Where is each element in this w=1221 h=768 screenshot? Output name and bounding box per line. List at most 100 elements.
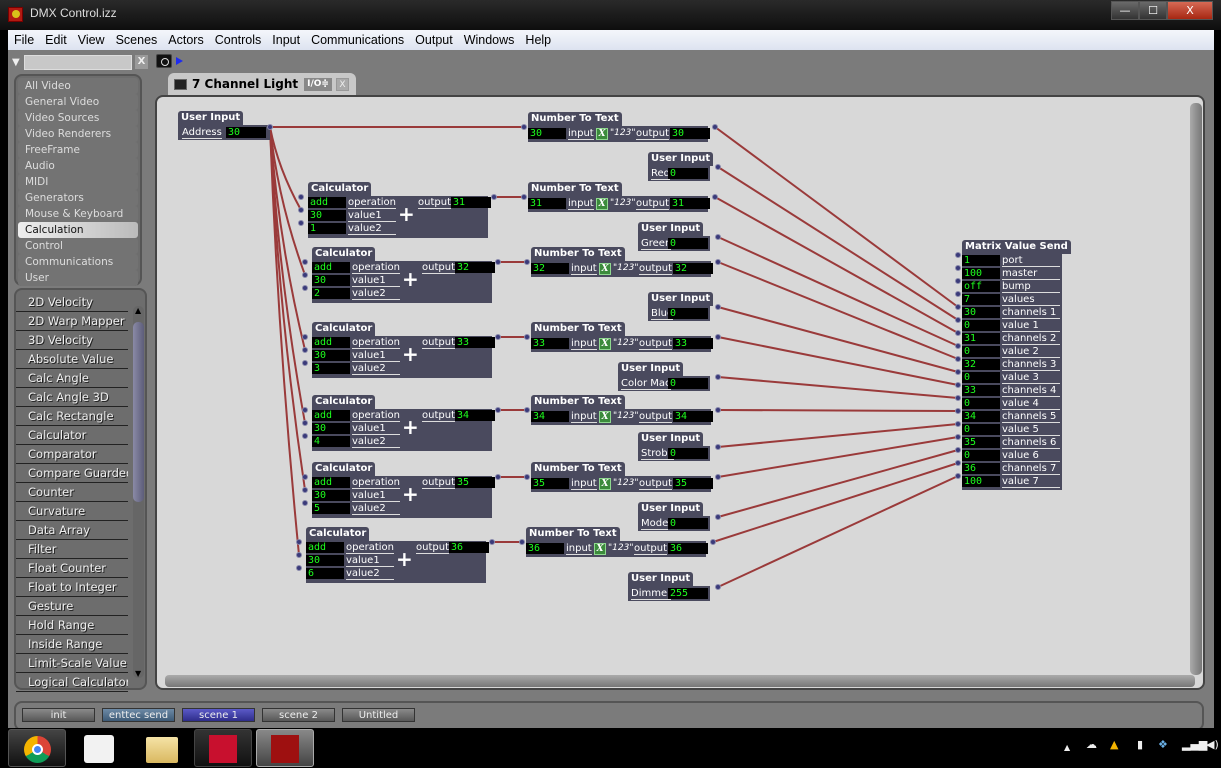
matrix-input-port[interactable] (955, 395, 961, 401)
ntt-output-port[interactable] (712, 124, 718, 130)
category-calculation[interactable]: Calculation (18, 222, 138, 238)
ntt-output-port[interactable] (715, 474, 721, 480)
value2-field[interactable]: 5 (312, 503, 350, 514)
category-video-sources[interactable]: Video Sources (18, 110, 138, 126)
matrix-input-port[interactable] (955, 304, 961, 310)
user-input-value-field[interactable]: 0 (668, 308, 708, 319)
expression-icon[interactable]: X (599, 411, 611, 423)
actor-item[interactable]: 2D Velocity (16, 293, 128, 312)
taskbar-chrome[interactable] (8, 729, 66, 767)
menu-communications[interactable]: Communications (311, 33, 404, 47)
wire-user-input-to-matrix-value[interactable] (717, 306, 959, 373)
calculator-node[interactable]: Calculator add 30 5 operation value1 value2 + ou… (312, 456, 495, 518)
ntt-input-port[interactable] (521, 124, 527, 130)
value2-field[interactable]: 1 (308, 223, 346, 234)
actor-item[interactable]: Gesture (16, 597, 128, 616)
menu-actors[interactable]: Actors (168, 33, 203, 47)
value2-port[interactable] (302, 285, 308, 291)
category-all-video[interactable]: All Video (18, 78, 138, 94)
calculator-node[interactable]: Calculator add 30 6 operation value1 value2 + ou… (306, 521, 489, 583)
scene-button[interactable]: enttec send (102, 708, 175, 722)
ntt-input-port[interactable] (524, 259, 530, 265)
user-input-value-field[interactable]: 0 (668, 378, 708, 389)
matrix-value-send-node[interactable]: Matrix Value Send 1 port 100 master off bump 7 v… (962, 234, 1071, 490)
category-audio[interactable]: Audio (18, 158, 138, 174)
ntt-output-port[interactable] (710, 539, 716, 545)
operation-field[interactable]: add (306, 542, 344, 553)
actor-item[interactable]: Calc Angle (16, 369, 128, 388)
expression-icon[interactable]: X (599, 478, 611, 490)
expression-icon[interactable]: X (596, 128, 608, 140)
user-input-value-field[interactable]: 255 (668, 588, 708, 599)
taskbar-apps[interactable] (70, 729, 128, 767)
matrix-value-field[interactable]: off (962, 281, 1000, 292)
matrix-value-field[interactable]: 100 (962, 268, 1000, 279)
matrix-input-port[interactable] (955, 473, 961, 479)
matrix-input-port[interactable] (955, 356, 961, 362)
value2-field[interactable]: 3 (312, 363, 350, 374)
user-input-value-field[interactable]: 0 (668, 518, 708, 529)
value2-port[interactable] (296, 565, 302, 571)
operation-port[interactable] (302, 259, 308, 265)
ntt-output-port[interactable] (715, 259, 721, 265)
matrix-value-field[interactable]: 1 (962, 255, 1000, 266)
actor-item[interactable]: Float to Integer (16, 578, 128, 597)
ntt-input-port[interactable] (524, 407, 530, 413)
google-drive-icon[interactable]: ▲ (1110, 738, 1118, 751)
user-input-output-port[interactable] (715, 444, 721, 450)
actor-item[interactable]: Counter (16, 483, 128, 502)
value2-port[interactable] (302, 433, 308, 439)
input-field[interactable]: 30 (528, 128, 566, 139)
category-generators[interactable]: Generators (18, 190, 138, 206)
category-freeframe[interactable]: FreeFrame (18, 142, 138, 158)
matrix-value-field[interactable]: 7 (962, 294, 1000, 305)
value2-field[interactable]: 6 (306, 568, 344, 579)
calc-output-port[interactable] (489, 539, 495, 545)
play-icon[interactable] (176, 57, 183, 65)
calculator-node[interactable]: Calculator add 30 1 operation value1 value2 + ou… (308, 176, 491, 238)
matrix-input-port[interactable] (955, 330, 961, 336)
clear-filter-button[interactable]: X (135, 55, 148, 69)
number-to-text-node[interactable]: Number To Text 34 input X "123" output 34 (531, 389, 713, 425)
user-input-output-port[interactable] (715, 514, 721, 520)
matrix-value-field[interactable]: 0 (962, 424, 1000, 435)
actor-item[interactable]: Curvature (16, 502, 128, 521)
category-midi[interactable]: MIDI (18, 174, 138, 190)
number-to-text-node[interactable]: Number To Text 35 input X "123" output 35 (531, 456, 713, 492)
calculator-node[interactable]: Calculator add 30 4 operation value1 value2 + ou… (312, 389, 495, 451)
expression-icon[interactable]: X (599, 338, 611, 350)
calc-output-port[interactable] (495, 407, 501, 413)
input-field[interactable]: 31 (528, 198, 566, 209)
user-input-output-port[interactable] (715, 234, 721, 240)
user-input-address[interactable]: User Input Address 30 (178, 105, 270, 140)
actor-filter-input[interactable] (24, 54, 132, 70)
menu-scenes[interactable]: Scenes (116, 33, 158, 47)
ntt-output-port[interactable] (712, 194, 718, 200)
io-button[interactable]: I/O≑ (304, 77, 332, 91)
minimize-button[interactable]: — (1111, 1, 1139, 20)
matrix-input-port[interactable] (955, 408, 961, 414)
matrix-input-port[interactable] (955, 265, 961, 271)
input-field[interactable]: 32 (531, 263, 569, 274)
user-input-color-mac[interactable]: User Input Color Mac 0 (618, 356, 710, 391)
matrix-value-field[interactable]: 0 (962, 372, 1000, 383)
user-input-green[interactable]: User Input Green 0 (638, 216, 710, 251)
calc-output-port[interactable] (495, 259, 501, 265)
wire-address-to-calculator[interactable] (269, 126, 306, 424)
ntt-input-port[interactable] (521, 194, 527, 200)
matrix-value-field[interactable]: 34 (962, 411, 1000, 422)
actor-item[interactable]: 2D Warp Mapper (16, 312, 128, 331)
operation-port[interactable] (302, 334, 308, 340)
actor-item[interactable]: 3D Velocity (16, 331, 128, 350)
value1-input-port[interactable] (296, 552, 302, 558)
close-button[interactable]: X (1167, 1, 1213, 20)
value1-field[interactable]: 30 (312, 490, 350, 501)
number-to-text-node[interactable]: Number To Text 31 input X "123" output 31 (528, 176, 710, 212)
category-user[interactable]: User (18, 270, 138, 286)
actor-item[interactable]: Compare Guarded (16, 464, 128, 483)
value2-port[interactable] (302, 500, 308, 506)
volume-icon[interactable]: ◀) (1206, 738, 1219, 751)
address-output-port[interactable] (267, 124, 273, 130)
value1-field[interactable]: 30 (312, 350, 350, 361)
input-field[interactable]: 36 (526, 543, 564, 554)
